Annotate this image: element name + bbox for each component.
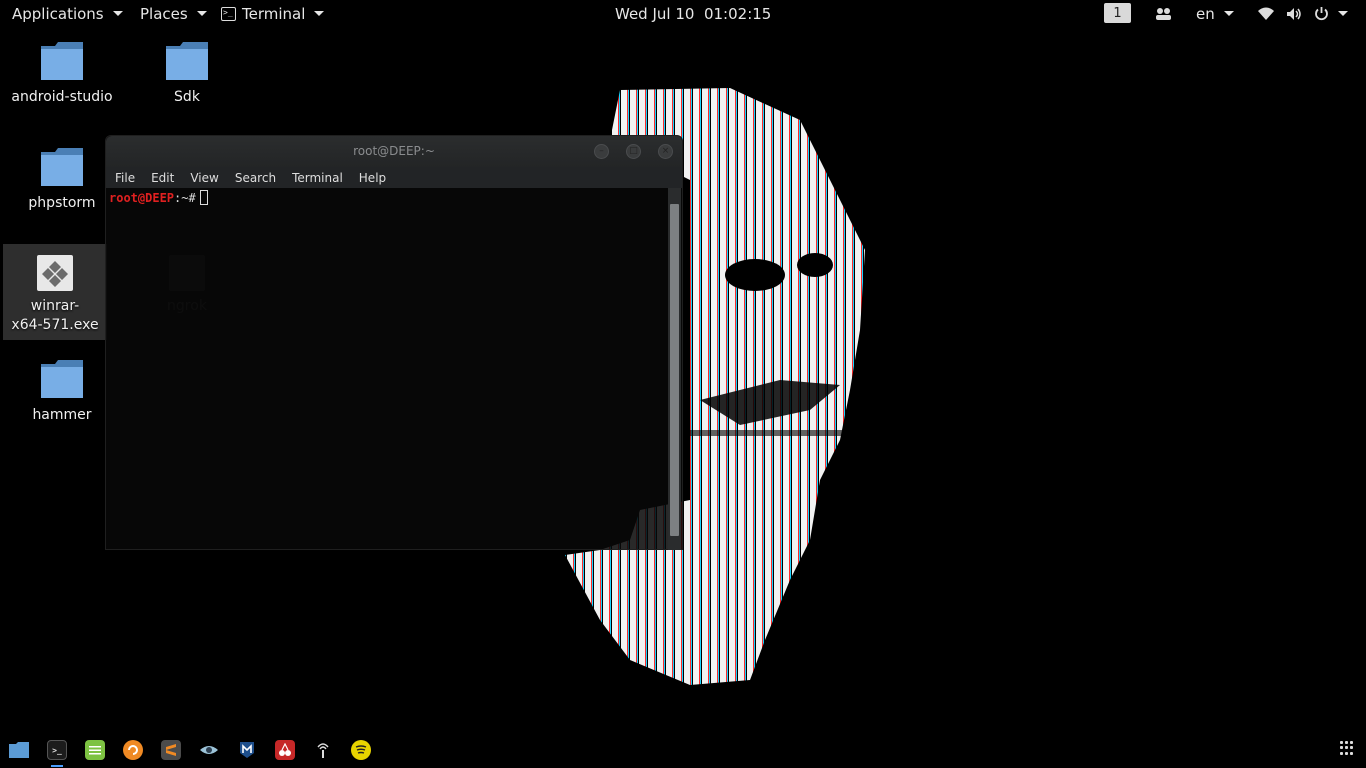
burpsuite-icon[interactable] [123, 740, 143, 760]
clock-text: Wed Jul 10 01:02:15 [615, 4, 772, 23]
terminal-output[interactable]: root@DEEP:~# [106, 188, 668, 550]
eye-icon[interactable] [199, 740, 219, 760]
folder-icon [41, 360, 83, 398]
applications-menu[interactable]: Applications [12, 0, 123, 27]
executable-icon [37, 255, 73, 291]
desktop-icon-label: Sdk [174, 89, 200, 105]
terminal-scrollbar[interactable] [668, 188, 681, 550]
desktop-icon-sdk[interactable]: Sdk [135, 40, 239, 107]
top-panel: Applications Places >_ Terminal Wed Jul … [0, 0, 1366, 27]
menu-file[interactable]: File [106, 171, 143, 185]
terminal-icon[interactable]: >_ [47, 740, 67, 760]
desktop-icon-label: android-studio [11, 89, 113, 105]
desktop-icon-winrar[interactable]: winrar- x64-571.exe [3, 244, 107, 340]
folder-icon [166, 42, 208, 80]
clock[interactable]: Wed Jul 10 01:02:15 [615, 0, 771, 27]
active-indicator [51, 765, 63, 767]
menu-edit[interactable]: Edit [143, 171, 182, 185]
applications-label: Applications [12, 4, 104, 23]
people-icon[interactable] [1155, 0, 1172, 27]
show-apps-grid-icon[interactable] [1340, 741, 1354, 755]
power-menu[interactable] [1314, 0, 1348, 27]
spotify-icon[interactable] [351, 740, 371, 760]
desktop-icon-android-studio[interactable]: android-studio [10, 40, 114, 107]
menu-search[interactable]: Search [227, 171, 284, 185]
terminal-titlebar[interactable]: root@DEEP:~ – □ × [106, 136, 682, 167]
wifi-tool-icon[interactable] [313, 740, 333, 760]
wifi-icon[interactable] [1258, 0, 1274, 27]
sublime-icon[interactable] [161, 740, 181, 760]
terminal-menubar: File Edit View Search Terminal Help [106, 167, 682, 188]
desktop-icon-label: phpstorm [28, 195, 96, 211]
dock: >_ [0, 732, 1366, 768]
close-button[interactable]: × [658, 144, 673, 159]
files-icon[interactable] [9, 740, 29, 760]
chevron-down-icon [196, 11, 207, 16]
desktop-icon-phpstorm[interactable]: phpstorm [10, 146, 114, 213]
folder-icon [41, 148, 83, 186]
places-menu[interactable]: Places [140, 0, 207, 27]
cherrytree-icon[interactable] [275, 740, 295, 760]
text-cursor [199, 190, 208, 205]
active-app-menu[interactable]: >_ Terminal [221, 0, 325, 27]
terminal-window[interactable]: root@DEEP:~ – □ × File Edit View Search … [105, 135, 683, 550]
language-menu[interactable]: en [1196, 0, 1234, 27]
menu-help[interactable]: Help [351, 171, 394, 185]
menu-terminal[interactable]: Terminal [284, 171, 351, 185]
workspace-indicator[interactable]: 1 [1104, 3, 1131, 23]
volume-icon[interactable] [1286, 0, 1303, 27]
power-icon [1315, 7, 1328, 21]
active-app-label: Terminal [242, 4, 306, 23]
chevron-down-icon [112, 11, 123, 16]
chevron-down-icon [1338, 11, 1348, 16]
metasploit-icon[interactable] [237, 740, 257, 760]
scrollbar-thumb[interactable] [670, 204, 679, 536]
prompt-path: :~# [174, 191, 196, 205]
language-label: en [1196, 4, 1215, 23]
terminal-icon: >_ [221, 6, 236, 21]
chevron-down-icon [1223, 11, 1234, 16]
prompt-user: root@DEEP [109, 191, 175, 205]
folder-icon [41, 42, 83, 80]
desktop-icon-hammer[interactable]: hammer [10, 358, 114, 425]
desktop-icon-label: hammer [32, 407, 92, 423]
menu-view[interactable]: View [182, 171, 226, 185]
places-label: Places [140, 4, 188, 23]
desktop-icon-label: winrar- x64-571.exe [11, 298, 99, 333]
minimize-button[interactable]: – [594, 144, 609, 159]
text-editor-icon[interactable] [85, 740, 105, 760]
chevron-down-icon [314, 11, 325, 16]
maximize-button[interactable]: □ [626, 144, 641, 159]
